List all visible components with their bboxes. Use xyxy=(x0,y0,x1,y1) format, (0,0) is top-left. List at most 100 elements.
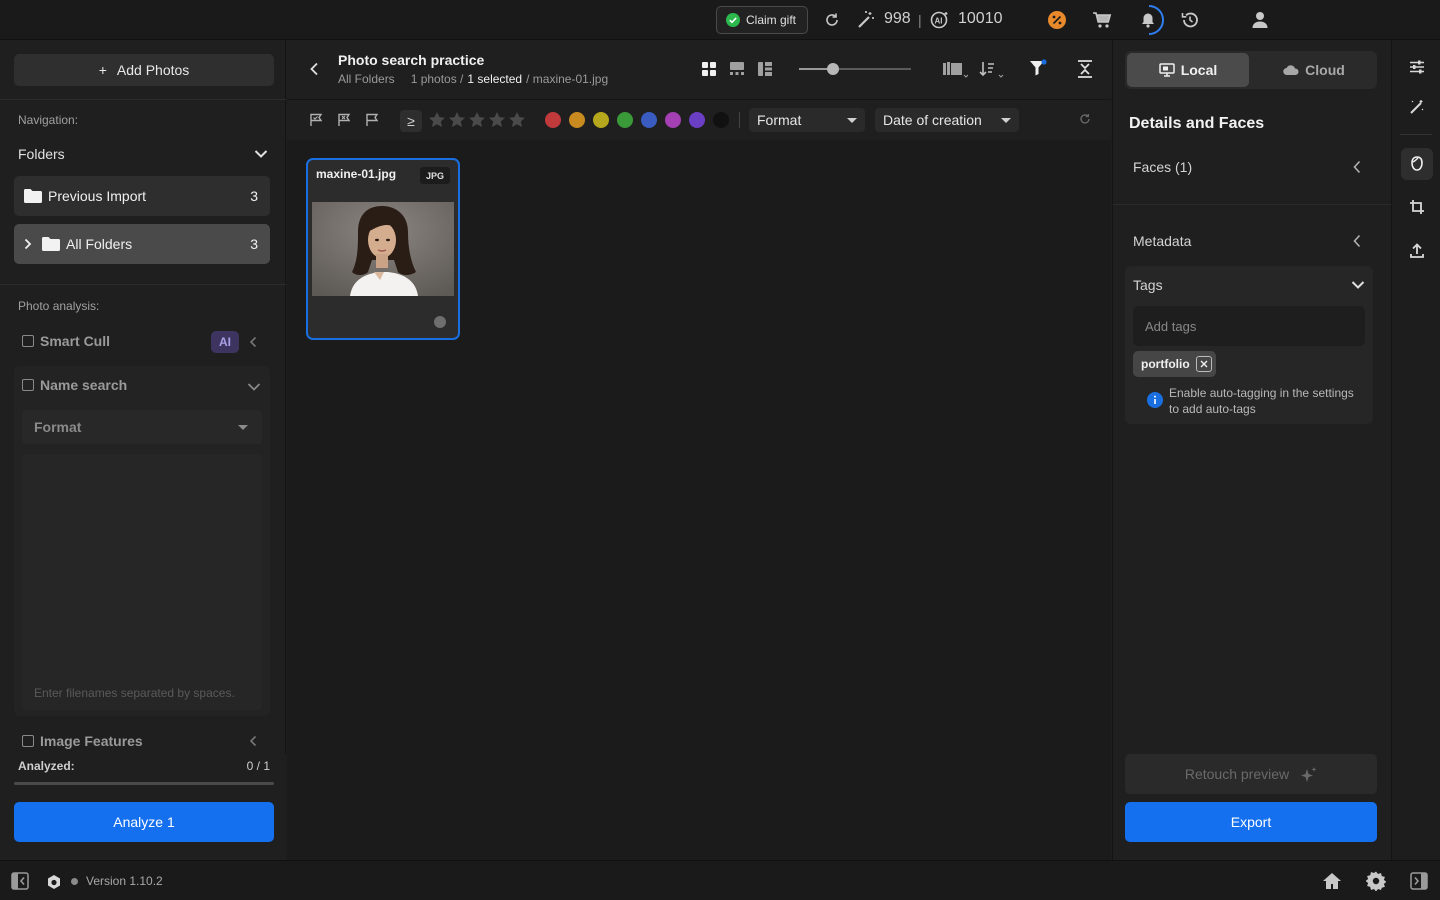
photos-count: 1 photos / xyxy=(410,72,464,86)
color-label-dot[interactable] xyxy=(434,316,446,328)
tab-local-label: Local xyxy=(1180,62,1218,78)
folder-all-folders[interactable]: All Folders 3 xyxy=(14,224,270,264)
checkbox[interactable] xyxy=(22,379,34,391)
collapse-left-panel-icon[interactable] xyxy=(11,872,29,890)
slider-handle[interactable] xyxy=(826,63,839,75)
main-content: Photo search practice All Folders 1 phot… xyxy=(287,40,1111,860)
folder-label: Previous Import xyxy=(48,188,147,204)
breadcrumb-root[interactable]: All Folders xyxy=(338,72,395,86)
retouch-preview-label: Retouch preview xyxy=(1184,766,1290,782)
retouch-icon[interactable] xyxy=(1406,96,1428,118)
refresh-icon[interactable] xyxy=(822,10,842,30)
format-select[interactable]: Format xyxy=(22,410,262,444)
chevron-left-icon[interactable] xyxy=(249,735,257,747)
grid-view-icon[interactable] xyxy=(701,61,717,77)
tab-local[interactable]: Local xyxy=(1127,53,1249,87)
right-panel: Local Cloud Details and Faces Faces (1) … xyxy=(1112,40,1391,860)
format-select-value: Format xyxy=(34,419,82,435)
name-search-toggle[interactable]: Name search xyxy=(22,377,127,393)
checkbox[interactable] xyxy=(22,735,34,747)
divider xyxy=(1400,134,1432,135)
retouch-preview-button[interactable]: Retouch preview xyxy=(1125,754,1377,794)
adjustments-icon[interactable] xyxy=(1406,56,1428,78)
photo-image xyxy=(312,202,454,296)
notifications-icon[interactable] xyxy=(1134,4,1164,36)
divider xyxy=(0,284,286,285)
home-icon[interactable] xyxy=(1322,872,1342,890)
cart-icon[interactable] xyxy=(1092,10,1112,30)
storage-tabs: Local Cloud xyxy=(1125,51,1377,89)
faces-section-header[interactable]: Faces (1) xyxy=(1133,159,1361,175)
folder-icon xyxy=(24,189,42,203)
star-icon[interactable] xyxy=(448,111,466,129)
star-icon[interactable] xyxy=(488,111,506,129)
chevron-right-icon[interactable] xyxy=(24,238,32,250)
flag-unflagged-icon[interactable] xyxy=(365,113,379,127)
color-label-dot[interactable] xyxy=(665,112,681,128)
stack-icon[interactable] xyxy=(942,60,968,78)
discount-icon[interactable] xyxy=(1047,10,1067,30)
star-icon[interactable] xyxy=(428,111,446,129)
photo-thumbnail[interactable]: maxine-01.jpg JPG xyxy=(306,158,460,340)
filmstrip-view-icon[interactable] xyxy=(729,61,745,77)
format-dropdown[interactable]: Format xyxy=(749,108,865,132)
filenames-textarea[interactable]: Enter filenames separated by spaces. xyxy=(22,454,262,710)
sort-icon[interactable] xyxy=(979,60,1005,78)
color-label-dot[interactable] xyxy=(689,112,705,128)
add-photos-button[interactable]: + Add Photos xyxy=(14,54,274,86)
tag-chip[interactable]: portfolio xyxy=(1133,351,1216,377)
caret-down-icon xyxy=(847,117,857,123)
color-label-dot[interactable] xyxy=(569,112,585,128)
image-features-toggle[interactable]: Image Features xyxy=(22,733,143,749)
tab-cloud-label: Cloud xyxy=(1305,62,1345,78)
image-features-label: Image Features xyxy=(40,733,143,749)
smart-cull-toggle[interactable]: Smart Cull xyxy=(22,333,110,349)
content-header: Photo search practice All Folders 1 phot… xyxy=(287,40,1111,100)
collapse-right-panel-icon[interactable] xyxy=(1410,872,1428,890)
date-dropdown[interactable]: Date of creation xyxy=(875,108,1019,132)
add-tags-input[interactable]: Add tags xyxy=(1133,306,1365,346)
top-bar: Claim gift 998 | AI 10010 xyxy=(0,0,1440,40)
color-label-dot[interactable] xyxy=(713,112,729,128)
thumbnail-filename: maxine-01.jpg xyxy=(316,167,397,181)
flag-pick-icon[interactable] xyxy=(309,113,323,127)
tags-label: Tags xyxy=(1133,277,1163,293)
color-label-dot[interactable] xyxy=(593,112,609,128)
upload-icon[interactable] xyxy=(1406,240,1428,262)
checkbox[interactable] xyxy=(22,335,34,347)
star-rating[interactable] xyxy=(428,111,526,129)
history-icon[interactable] xyxy=(1180,10,1200,30)
back-arrow-icon[interactable] xyxy=(309,62,319,76)
chevron-down-icon[interactable] xyxy=(247,382,261,392)
star-icon[interactable] xyxy=(468,111,486,129)
claim-gift-button[interactable]: Claim gift xyxy=(716,6,808,34)
folder-count: 3 xyxy=(250,188,258,204)
folder-previous-import[interactable]: Previous Import 3 xyxy=(14,176,270,216)
star-icon[interactable] xyxy=(508,111,526,129)
settings-gear-icon[interactable] xyxy=(1366,871,1386,891)
remove-tag-icon[interactable] xyxy=(1195,356,1212,372)
flag-reject-icon[interactable] xyxy=(337,113,351,127)
thumbnail-size-slider[interactable] xyxy=(799,63,911,75)
user-icon[interactable] xyxy=(1250,10,1270,30)
rating-comparator[interactable]: ≥ xyxy=(400,110,422,132)
reset-filters-icon[interactable] xyxy=(1079,113,1091,125)
filter-icon[interactable] xyxy=(1029,59,1047,77)
color-label-dot[interactable] xyxy=(617,112,633,128)
collapse-icon[interactable] xyxy=(1077,60,1093,78)
analyze-footer: Analyzed: 0 / 1 Analyze 1 xyxy=(0,754,286,860)
color-label-dot[interactable] xyxy=(641,112,657,128)
color-label-dot[interactable] xyxy=(545,112,561,128)
tags-header[interactable]: Tags xyxy=(1133,277,1365,293)
face-icon[interactable] xyxy=(1401,148,1433,180)
tab-cloud[interactable]: Cloud xyxy=(1253,53,1375,87)
crop-icon[interactable] xyxy=(1406,196,1428,218)
chevron-left-icon[interactable] xyxy=(249,336,257,348)
export-button[interactable]: Export xyxy=(1125,802,1377,842)
color-labels[interactable] xyxy=(545,112,737,128)
analyze-button[interactable]: Analyze 1 xyxy=(14,802,274,842)
ai-credits-count: 10010 xyxy=(958,10,1003,27)
list-view-icon[interactable] xyxy=(757,61,773,77)
folders-header[interactable]: Folders xyxy=(18,146,268,162)
metadata-section-header[interactable]: Metadata xyxy=(1133,233,1361,249)
